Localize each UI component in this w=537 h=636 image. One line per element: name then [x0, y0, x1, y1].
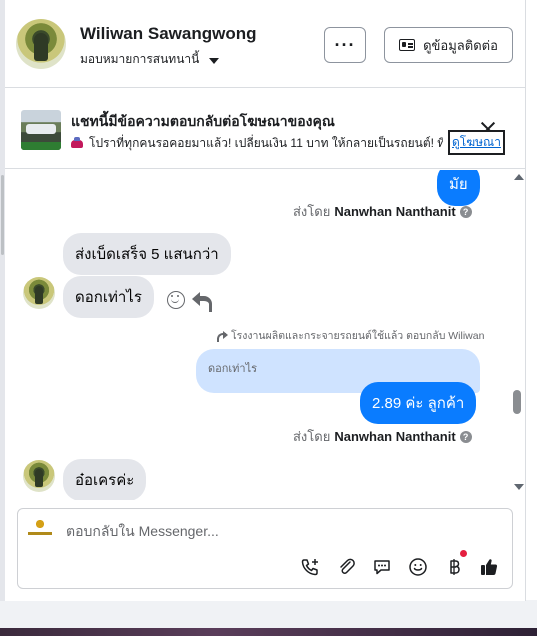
left-scrollbar-thumb[interactable] — [1, 175, 4, 255]
reply-context: โรงงานผลิตและกระจายรถยนต์ใช้แล้ว ตอบกลับ… — [216, 327, 484, 344]
conversation-panel: Wiliwan Sawangwong มอบหมายการสนทนานี้ ··… — [0, 0, 526, 601]
incoming-message[interactable]: ดอกเท่าไร — [63, 276, 154, 318]
notification-dot — [460, 550, 467, 557]
ad-thumbnail — [21, 110, 61, 150]
sent-by-label: ส่งโดย Nanwhan Nanthanit ? — [293, 201, 472, 222]
agent-name: Nanwhan Nanthanit — [334, 204, 456, 219]
quoted-message-text: ดอกเท่าไร — [208, 363, 258, 375]
react-emoji-icon[interactable] — [167, 291, 185, 309]
sent-by-prefix: ส่งโดย — [293, 429, 331, 444]
question-icon[interactable]: ? — [459, 205, 472, 218]
customer-avatar-small[interactable] — [23, 460, 55, 492]
more-options-label: ··· — [334, 34, 356, 55]
view-ad-link[interactable]: ดูโฆษณา — [448, 130, 505, 155]
message-text: ส่งเบ็ดเสร็จ 5 แสนกว่า — [75, 246, 219, 263]
ad-banner-subtitle-text: โปราที่ทุกคนรอคอยมาแล้ว! เปลี่ยนเงิน 11 … — [89, 136, 443, 150]
customer-avatar-small[interactable] — [23, 277, 55, 309]
message-text: 2.89 ค่ะ ลูกค้า — [372, 395, 465, 412]
attachment-icon[interactable] — [336, 556, 358, 578]
incoming-message[interactable]: ส่งเบ็ดเสร็จ 5 แสนกว่า — [63, 233, 231, 275]
reply-composer — [17, 508, 513, 589]
emoji-icon[interactable] — [407, 556, 429, 578]
scroll-up-icon[interactable] — [514, 174, 524, 180]
message-scrollbar[interactable] — [510, 170, 525, 500]
caret-down-icon — [209, 57, 220, 64]
sent-by-label: ส่งโดย Nanwhan Nanthanit ? — [293, 426, 472, 447]
message-text: อ๋อเครค่ะ — [75, 472, 135, 489]
taskbar-strip — [0, 628, 537, 636]
outgoing-message[interactable]: 2.89 ค่ะ ลูกค้า — [360, 382, 477, 424]
ad-reply-banner: แชทนี้มีข้อความตอบกลับต่อโฆษณาของคุณ โปร… — [5, 89, 525, 169]
question-icon[interactable]: ? — [459, 430, 472, 443]
page-logo-icon — [26, 518, 54, 538]
message-thread: มัย ส่งโดย Nanwhan Nanthanit ? ส่งเบ็ดเส… — [5, 170, 525, 500]
message-text: ดอกเท่าไร — [75, 289, 142, 306]
ad-banner-subtitle: โปราที่ทุกคนรอคอยมาแล้ว! เปลี่ยนเงิน 11 … — [71, 134, 443, 153]
car-icon — [71, 136, 83, 148]
conversation-header: Wiliwan Sawangwong มอบหมายการสนทนานี้ ··… — [5, 0, 525, 88]
scroll-down-icon[interactable] — [514, 484, 524, 490]
assign-conversation-dropdown[interactable]: มอบหมายการสนทนานี้ — [80, 50, 220, 69]
more-options-button[interactable]: ··· — [324, 27, 366, 63]
reply-icon[interactable] — [192, 291, 212, 312]
saved-reply-icon[interactable] — [371, 556, 393, 578]
ad-banner-title: แชทนี้มีข้อความตอบกลับต่อโฆษณาของคุณ — [71, 113, 335, 129]
sent-by-prefix: ส่งโดย — [293, 204, 331, 219]
reply-input[interactable] — [66, 521, 486, 541]
message-text: มัย — [449, 176, 468, 193]
like-icon[interactable] — [478, 556, 500, 578]
customer-name[interactable]: Wiliwan Sawangwong — [80, 24, 256, 44]
view-contact-label: ดูข้อมูลติดต่อ — [423, 37, 498, 53]
call-add-icon[interactable] — [299, 556, 321, 578]
reply-context-text: โรงงานผลิตและกระจายรถยนต์ใช้แล้ว ตอบกลับ… — [231, 330, 485, 342]
incoming-message[interactable]: อ๋อเครค่ะ — [63, 459, 147, 500]
payment-icon[interactable] — [443, 556, 465, 578]
scrollbar-thumb[interactable] — [513, 390, 521, 414]
id-card-icon — [399, 39, 416, 51]
agent-name: Nanwhan Nanthanit — [334, 429, 456, 444]
view-contact-button[interactable]: ดูข้อมูลติดต่อ — [384, 27, 513, 63]
customer-avatar[interactable] — [16, 19, 66, 69]
assign-conversation-label: มอบหมายการสนทนานี้ — [80, 52, 200, 66]
reply-arrow-icon — [216, 330, 228, 342]
